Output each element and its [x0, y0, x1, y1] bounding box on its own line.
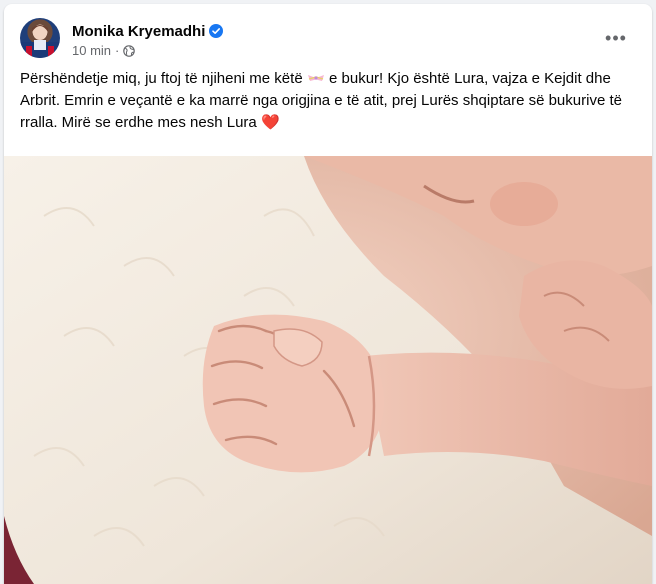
globe-icon[interactable] — [123, 44, 136, 57]
author-name[interactable]: Monika Kryemadhi — [72, 23, 205, 40]
author-avatar[interactable] — [20, 18, 60, 58]
post-timestamp[interactable]: 10 min — [72, 43, 111, 58]
more-options-button[interactable]: ••• — [600, 22, 632, 54]
post-meta: 10 min · — [72, 43, 136, 58]
post-text-part1: Përshëndetje miq, ju ftoj të njiheni me … — [20, 70, 303, 87]
ribbon-emoji-icon — [307, 75, 324, 81]
post-card: Monika Kryemadhi 10 min · ••• Përshëndet… — [4, 4, 652, 584]
baby-photo-illustration — [4, 156, 652, 584]
more-options-icon: ••• — [605, 27, 627, 48]
post-text: Përshëndetje miq, ju ftoj të njiheni me … — [20, 68, 636, 134]
post-photo[interactable] — [4, 156, 652, 584]
meta-separator: · — [115, 43, 120, 58]
post-header: Monika Kryemadhi 10 min · ••• — [20, 16, 640, 60]
verified-badge-icon — [209, 24, 224, 38]
heart-emoji-icon: ❤️ — [260, 114, 280, 131]
author-row: Monika Kryemadhi — [72, 21, 224, 41]
